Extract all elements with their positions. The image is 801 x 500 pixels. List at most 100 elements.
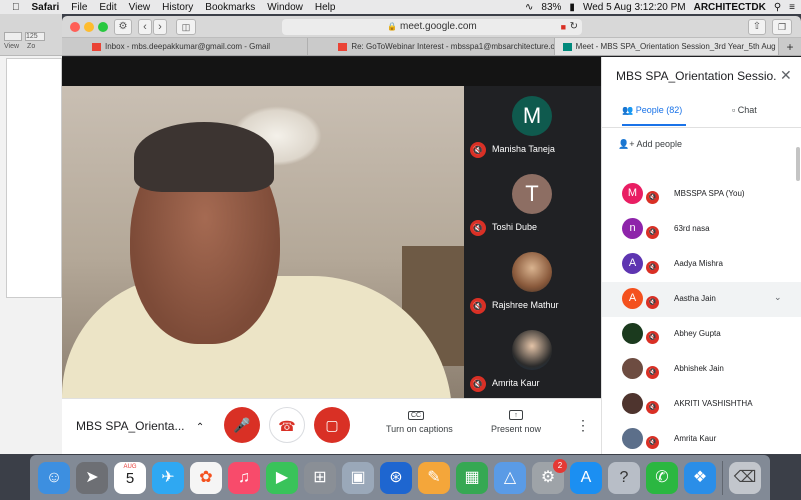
- participant-name: Amrita Kaur: [674, 434, 717, 443]
- menu-help[interactable]: Help: [315, 2, 336, 13]
- forward-button[interactable]: ›: [153, 19, 167, 35]
- participant-name: Aadya Mishra: [674, 259, 723, 268]
- participant-tile[interactable]: 🔇 Rajshree Mathur: [464, 244, 601, 320]
- search-icon[interactable]: ⚲: [774, 2, 781, 13]
- reload-icon[interactable]: ↻: [570, 19, 578, 35]
- camera-toggle-button[interactable]: ▢: [314, 407, 350, 443]
- meeting-details-button[interactable]: MBS SPA_Orienta... ⌃: [76, 419, 204, 433]
- list-item[interactable]: M 🔇 MBSSPA SPA (You): [602, 177, 801, 212]
- participant-tile[interactable]: 🔇 Amrita Kaur: [464, 322, 601, 398]
- menu-file[interactable]: File: [71, 2, 87, 13]
- whatsapp-icon[interactable]: ✆: [646, 461, 678, 494]
- list-item[interactable]: A 🔇 Aastha Jain ⌄: [602, 282, 801, 317]
- present-icon: ↑: [509, 410, 523, 420]
- safari-window: ⚙ ‹ › ◫ 🔒 meet.google.com ■ ↻ ⇧ ❐ Inbox …: [62, 16, 801, 454]
- back-button[interactable]: ‹: [138, 19, 152, 35]
- calculator-icon[interactable]: ⊞: [304, 461, 336, 494]
- menu-bookmarks[interactable]: Bookmarks: [205, 2, 255, 13]
- tab-gotowebinar[interactable]: Re: GoToWebinar Interest - mbsspa1@mbsar…: [308, 38, 555, 55]
- clock[interactable]: Wed 5 Aug 3:12:20 PM: [583, 2, 686, 13]
- music-icon[interactable]: ♫: [228, 461, 260, 494]
- tab-label: Meet - MBS SPA_Orientation Session_3rd Y…: [575, 42, 779, 51]
- mic-off-icon: 🔇: [646, 191, 659, 204]
- view-toggle-icon[interactable]: [4, 32, 22, 41]
- address-bar[interactable]: 🔒 meet.google.com ■ ↻: [282, 19, 582, 35]
- url-text: meet.google.com: [400, 21, 477, 32]
- zoom-field[interactable]: 125: [25, 32, 45, 41]
- launchpad-icon[interactable]: ➤: [76, 461, 108, 494]
- chevron-down-icon[interactable]: ⌄: [774, 292, 782, 303]
- tab-gmail[interactable]: Inbox - mbs.deepakkumar@gmail.com - Gmai…: [62, 38, 309, 55]
- mic-toggle-button[interactable]: 🎤: [224, 407, 260, 443]
- pages-icon[interactable]: ✎: [418, 461, 450, 494]
- scrollbar[interactable]: [796, 147, 800, 181]
- tab-meet[interactable]: Meet - MBS SPA_Orientation Session_3rd Y…: [554, 38, 779, 55]
- numbers-icon[interactable]: ▦: [456, 461, 488, 494]
- finder-icon[interactable]: ☺: [38, 461, 70, 494]
- battery-icon[interactable]: ▮: [569, 2, 575, 13]
- chevron-up-icon: ⌃: [195, 422, 205, 433]
- tab-chat[interactable]: ▫ Chat: [732, 105, 757, 115]
- phone-hangup-icon: ☎: [278, 418, 296, 434]
- camera-off-icon: ▢: [325, 417, 339, 433]
- calendar-icon[interactable]: AUG 5: [114, 461, 146, 494]
- settings-gear-icon[interactable]: ⚙: [114, 19, 132, 35]
- people-panel: MBS SPA_Orientation Sessio... ✕ 👥 People…: [601, 57, 801, 454]
- tab-people[interactable]: 👥 People (82): [622, 105, 682, 116]
- preview-icon[interactable]: ▣: [342, 461, 374, 494]
- keynote-icon[interactable]: △: [494, 461, 526, 494]
- system-preferences-icon[interactable]: ⚙ 2: [532, 458, 567, 494]
- participant-name: Toshi Dube: [492, 222, 538, 232]
- list-item[interactable]: n 🔇 63rd nasa: [602, 212, 801, 247]
- list-item[interactable]: A 🔇 Aadya Mishra: [602, 247, 801, 282]
- apple-icon[interactable]: : [12, 2, 20, 13]
- share-icon[interactable]: ⇧: [748, 19, 766, 35]
- avatar: A: [622, 288, 643, 309]
- avatar-photo: [512, 330, 552, 370]
- close-icon[interactable]: ✕: [780, 67, 792, 84]
- active-tab-indicator: [622, 124, 686, 126]
- main-video-feed[interactable]: [62, 86, 464, 398]
- facetime-icon[interactable]: ▶: [266, 461, 298, 494]
- safari-icon[interactable]: ❖: [684, 461, 716, 494]
- present-now-button[interactable]: ↑ Present now: [488, 409, 544, 434]
- tabs-overview-icon[interactable]: ❐: [772, 19, 792, 35]
- participant-name: Abhey Gupta: [674, 329, 721, 338]
- menu-history[interactable]: History: [162, 2, 193, 13]
- avatar-photo: [622, 358, 643, 379]
- help-icon[interactable]: ?: [608, 461, 640, 494]
- list-item[interactable]: 🔇 Amrita Kaur: [602, 422, 801, 454]
- menu-view[interactable]: View: [129, 2, 151, 13]
- wifi-icon[interactable]: ∿: [525, 2, 533, 13]
- user-name[interactable]: ARCHITECTDK: [694, 2, 766, 13]
- participant-tile[interactable]: T 🔇 Toshi Dube: [464, 166, 601, 242]
- captions-button[interactable]: CC Turn on captions: [386, 409, 453, 434]
- participant-tile[interactable]: M 🔇 Manisha Taneja: [464, 88, 601, 164]
- notification-badge: 2: [553, 458, 567, 473]
- list-item[interactable]: 🔇 AKRITI VASHISHTHA: [602, 387, 801, 422]
- list-item[interactable]: 🔇 Abhey Gupta: [602, 317, 801, 352]
- new-tab-button[interactable]: +: [779, 38, 801, 55]
- participant-name: Abhishek Jain: [674, 364, 724, 373]
- mic-off-icon: 🔇: [470, 142, 486, 158]
- bluetooth-icon[interactable]: ⊛: [380, 461, 412, 494]
- trash-icon[interactable]: ⌫: [729, 461, 761, 494]
- photos-icon[interactable]: ✿: [190, 461, 222, 494]
- menu-bar:  Safari File Edit View History Bookmark…: [0, 0, 801, 14]
- leave-call-button[interactable]: ☎: [269, 407, 305, 443]
- list-icon[interactable]: ≡: [789, 2, 795, 13]
- battery-percent[interactable]: 83%: [541, 2, 561, 13]
- minimize-window-button[interactable]: [84, 22, 94, 32]
- close-window-button[interactable]: [70, 22, 80, 32]
- more-options-icon[interactable]: ⋮: [576, 417, 590, 434]
- list-item[interactable]: 🔇 Abhishek Jain: [602, 352, 801, 387]
- zoom-window-button[interactable]: [98, 22, 108, 32]
- messages-icon[interactable]: ✈: [152, 461, 184, 494]
- sidebar-toggle-icon[interactable]: ◫: [176, 19, 196, 35]
- menu-edit[interactable]: Edit: [99, 2, 116, 13]
- add-people-button[interactable]: 👤+ Add people: [618, 139, 682, 150]
- app-store-icon[interactable]: A: [570, 461, 602, 494]
- menu-window[interactable]: Window: [267, 2, 303, 13]
- menu-app-safari[interactable]: Safari: [32, 2, 60, 13]
- view-label: View: [4, 43, 20, 50]
